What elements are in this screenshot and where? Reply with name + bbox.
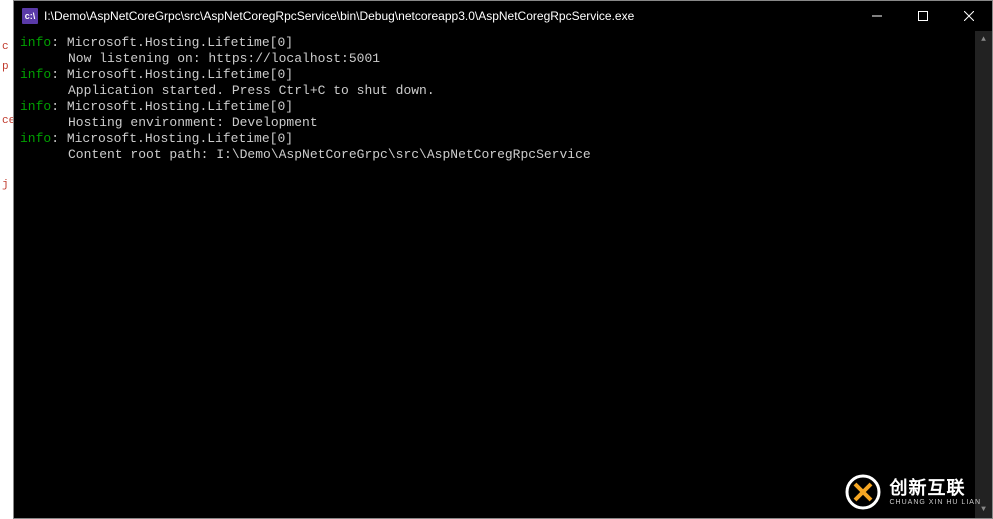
window-title: I:\Demo\AspNetCoreGrpc\src\AspNetCoregRp… (44, 9, 854, 23)
log-source: : Microsoft.Hosting.Lifetime[0] (51, 99, 293, 114)
scrollbar-track[interactable] (975, 48, 992, 501)
vertical-scrollbar[interactable]: ▲ ▼ (975, 31, 992, 518)
console-window: c:\ I:\Demo\AspNetCoreGrpc\src\AspNetCor… (13, 0, 993, 519)
scroll-up-arrow-icon[interactable]: ▲ (975, 31, 992, 48)
watermark-cn: 创新互联 (889, 479, 981, 497)
log-message: Hosting environment: Development (20, 115, 986, 131)
close-button[interactable] (946, 1, 992, 31)
log-entry: info: Microsoft.Hosting.Lifetime[0]Hosti… (20, 99, 986, 131)
log-entry: info: Microsoft.Hosting.Lifetime[0]Now l… (20, 35, 986, 67)
minimize-button[interactable] (854, 1, 900, 31)
maximize-icon (918, 11, 928, 21)
console-output[interactable]: info: Microsoft.Hosting.Lifetime[0]Now l… (14, 31, 992, 518)
log-source: : Microsoft.Hosting.Lifetime[0] (51, 67, 293, 82)
log-message: Now listening on: https://localhost:5001 (20, 51, 986, 67)
log-level: info (20, 99, 51, 114)
window-titlebar[interactable]: c:\ I:\Demo\AspNetCoreGrpc\src\AspNetCor… (14, 1, 992, 31)
log-entry: info: Microsoft.Hosting.Lifetime[0]Appli… (20, 67, 986, 99)
maximize-button[interactable] (900, 1, 946, 31)
log-source: : Microsoft.Hosting.Lifetime[0] (51, 35, 293, 50)
close-icon (964, 11, 974, 21)
log-level: info (20, 35, 51, 50)
log-level: info (20, 131, 51, 146)
log-message: Content root path: I:\Demo\AspNetCoreGrp… (20, 147, 986, 163)
app-icon: c:\ (22, 8, 38, 24)
log-message: Application started. Press Ctrl+C to shu… (20, 83, 986, 99)
background-page-fragment: c p ce j (0, 0, 13, 519)
watermark-logo-icon (845, 474, 881, 510)
window-controls (854, 1, 992, 31)
watermark: 创新互联 CHUANG XIN HU LIAN (833, 469, 993, 515)
watermark-en: CHUANG XIN HU LIAN (889, 499, 981, 506)
log-level: info (20, 67, 51, 82)
minimize-icon (872, 11, 882, 21)
watermark-text: 创新互联 CHUANG XIN HU LIAN (889, 479, 981, 506)
log-source: : Microsoft.Hosting.Lifetime[0] (51, 131, 293, 146)
log-entry: info: Microsoft.Hosting.Lifetime[0]Conte… (20, 131, 986, 163)
